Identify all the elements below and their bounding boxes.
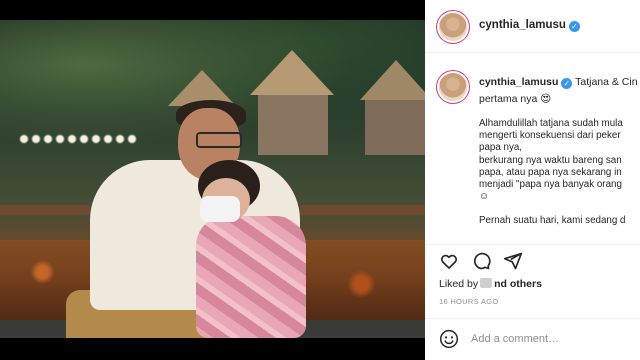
photo-hut-roof [250,50,334,95]
comment-icon[interactable] [471,251,491,271]
caption-line: ☺ [479,191,490,203]
caption-avatar[interactable] [439,73,467,101]
post-actions [425,244,640,275]
photo-hut-roof [360,60,425,100]
caption-line: Pernah suatu hari, kami sedang d [479,215,626,227]
post-timestamp[interactable]: 16 HOURS AGO [439,297,498,306]
likes-prefix: Liked by [439,278,479,290]
photo-girl-coat [196,216,306,338]
caption-body: Alhamdulillah tatjana sudah mula mengert… [479,118,640,242]
photo-hut [365,100,425,155]
photo-glasses [196,132,242,148]
caption-line: papa nya, [479,142,523,154]
photo-hut [258,95,328,155]
caption-intro-line1: Tatjana & Cin [575,76,638,88]
comment-bar [425,318,640,360]
username-text[interactable]: cynthia_lamusu [479,19,566,31]
likes-suffix[interactable]: nd others [494,278,542,290]
caption-line: berkurang nya waktu bareng san [479,154,622,166]
likes-summary[interactable]: Liked by nd others [439,278,542,290]
share-icon[interactable] [503,251,523,271]
smiley-icon[interactable] [439,329,459,349]
caption-intro-line2: pertama nya 😍 [479,93,552,105]
redacted-name [480,278,493,288]
caption-line: papa, atau papa nya sekarang in [479,166,622,178]
post-sidebar: cynthia_lamusu ✓ cynthia_lamusu ✓ Tatjana … [425,0,640,360]
photo-bench [0,205,90,215]
caption-line: menjadi "papa nya banyak orang [479,179,622,191]
comment-input[interactable] [471,329,631,349]
photo-bench [300,205,425,215]
verified-badge-icon: ✓ [568,21,580,32]
header-username[interactable]: cynthia_lamusu ✓ [479,19,580,32]
caption-line: Alhamdulillah tatjana sudah mula [479,118,623,129]
caption-line: mengerti konsekuensi dari peker [479,130,621,142]
post-photo[interactable] [0,20,425,338]
photo-string-lights [18,130,138,148]
avatar[interactable] [439,13,467,41]
heart-icon[interactable] [439,251,459,271]
caption-username[interactable]: cynthia_lamusu [479,76,558,88]
photo-face-mask [200,196,240,222]
verified-badge-icon: ✓ [561,78,573,89]
post-header: cynthia_lamusu ✓ [425,0,640,53]
caption-intro: cynthia_lamusu ✓ Tatjana & Cin pertama ny… [479,74,640,108]
